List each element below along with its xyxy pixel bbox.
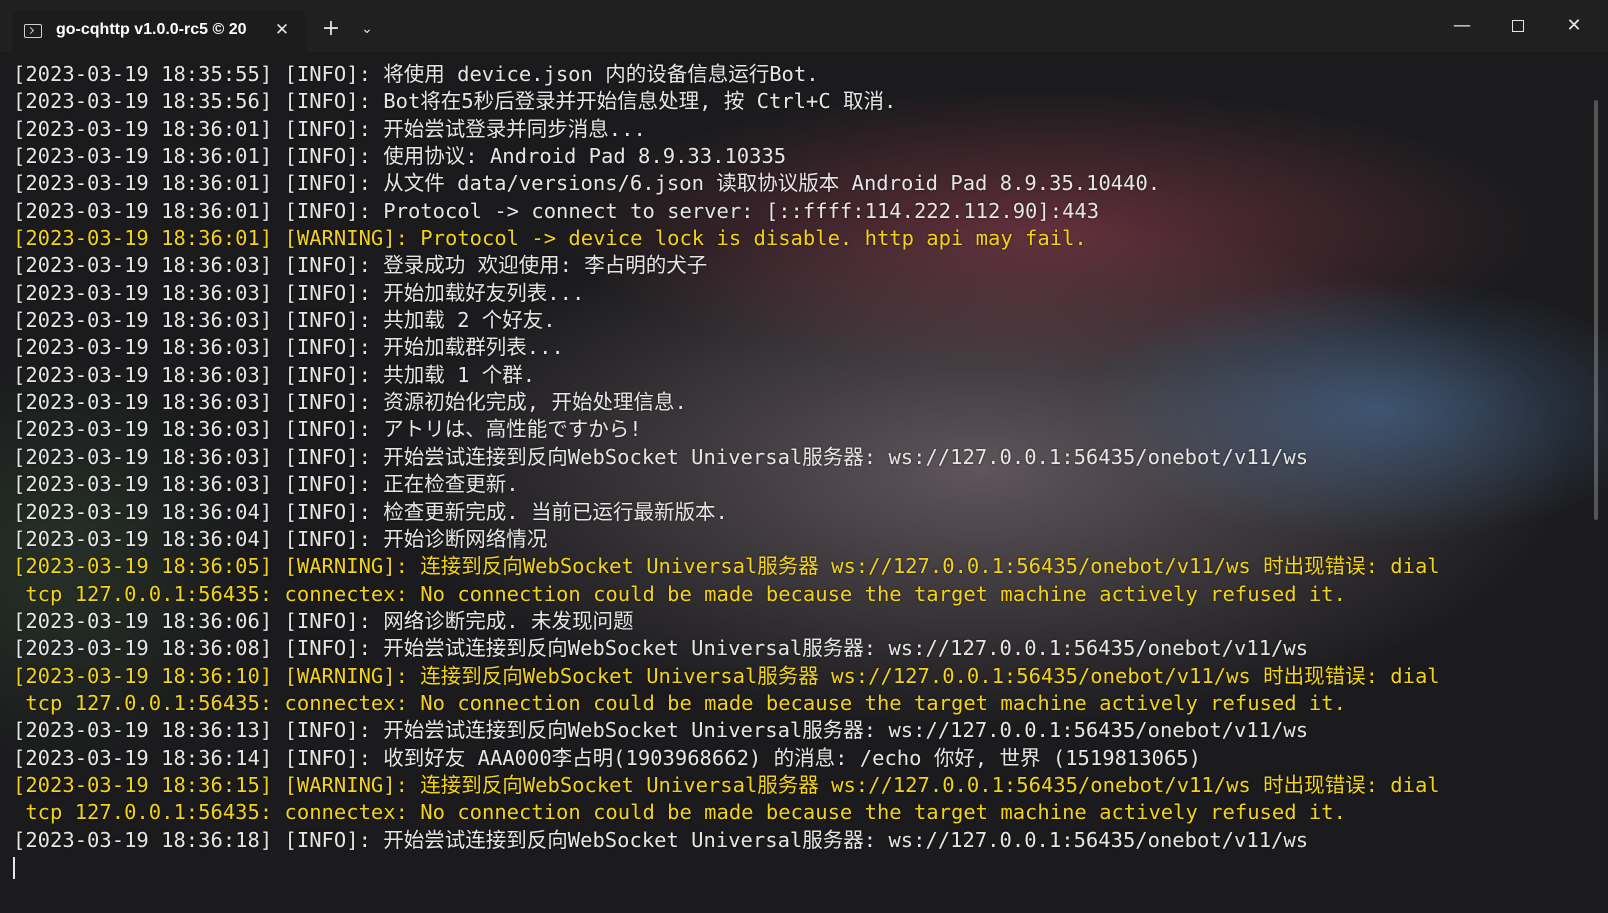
log-line: [2023-03-19 18:36:01] [INFO]: Protocol -… — [13, 198, 1100, 223]
log-line: [2023-03-19 18:36:18] [INFO]: 开始尝试连接到反向W… — [13, 827, 1309, 852]
log-line: [2023-03-19 18:36:03] [INFO]: 共加载 2 个好友. — [13, 308, 556, 333]
minimize-button[interactable]: — — [1434, 0, 1490, 52]
log-line: [2023-03-19 18:35:55] [INFO]: 将使用 device… — [13, 62, 819, 86]
log-line: [2023-03-19 18:36:03] [INFO]: 开始加载好友列表..… — [13, 280, 585, 305]
log-line: [2023-03-19 18:36:01] [WARNING]: Protoco… — [13, 226, 1087, 251]
log-line: [2023-03-19 18:35:56] [INFO]: Bot将在5秒后登录… — [13, 89, 897, 114]
log-line: [2023-03-19 18:36:03] [INFO]: 资源初始化完成, 开… — [13, 390, 687, 415]
log-line: [2023-03-19 18:36:03] [INFO]: 开始加载群列表... — [13, 335, 564, 360]
log-line: [2023-03-19 18:36:01] [INFO]: 使用协议: Andr… — [13, 144, 787, 169]
minimize-icon: — — [1453, 15, 1471, 36]
log-line: [2023-03-19 18:36:01] [INFO]: 开始尝试登录并同步消… — [13, 116, 646, 141]
log-line: tcp 127.0.0.1:56435: connectex: No conne… — [13, 690, 1346, 715]
log-line: [2023-03-19 18:36:03] [INFO]: 正在检查更新. — [13, 472, 519, 497]
log-line: [2023-03-19 18:36:03] [INFO]: 开始尝试连接到反向W… — [13, 444, 1309, 469]
text-cursor — [13, 856, 15, 879]
log-line: [2023-03-19 18:36:05] [WARNING]: 连接到反向We… — [13, 554, 1440, 579]
log-line: [2023-03-19 18:36:08] [INFO]: 开始尝试连接到反向W… — [13, 636, 1309, 661]
tab-title: go-cqhttp v1.0.0-rc5 © 20 — [56, 21, 247, 38]
maximize-icon — [1512, 20, 1524, 32]
prompt-line[interactable] — [13, 854, 1573, 881]
log-line: [2023-03-19 18:36:03] [INFO]: 共加载 1 个群. — [13, 362, 536, 387]
log-line: [2023-03-19 18:36:04] [INFO]: 检查更新完成. 当前… — [13, 499, 728, 524]
log-line: [2023-03-19 18:36:04] [INFO]: 开始诊断网络情况 — [13, 526, 548, 551]
log-line: [2023-03-19 18:36:03] [INFO]: 登录成功 欢迎使用:… — [13, 253, 708, 278]
maximize-button[interactable] — [1490, 0, 1546, 52]
console-output[interactable]: [2023-03-19 18:35:55] [INFO]: 将使用 device… — [13, 61, 1573, 901]
terminal-window: go-cqhttp v1.0.0-rc5 © 20 ✕ + ⌄ — ✕ [202… — [0, 0, 1608, 913]
chevron-down-icon[interactable]: ⌄ — [356, 18, 378, 40]
log-line: [2023-03-19 18:36:06] [INFO]: 网络诊断完成. 未发… — [13, 608, 634, 633]
log-line: [2023-03-19 18:36:03] [INFO]: アトリは、高性能です… — [13, 417, 642, 442]
scrollbar[interactable] — [1594, 100, 1598, 520]
close-button[interactable]: ✕ — [1546, 0, 1602, 52]
terminal-tab[interactable]: go-cqhttp v1.0.0-rc5 © 20 ✕ — [12, 10, 306, 52]
tab-close-icon[interactable]: ✕ — [270, 18, 294, 42]
log-line: [2023-03-19 18:36:10] [WARNING]: 连接到反向We… — [13, 663, 1440, 688]
close-icon: ✕ — [1566, 15, 1582, 36]
log-line: tcp 127.0.0.1:56435: connectex: No conne… — [13, 800, 1346, 825]
log-line: tcp 127.0.0.1:56435: connectex: No conne… — [13, 581, 1346, 606]
log-line: [2023-03-19 18:36:14] [INFO]: 收到好友 AAA00… — [13, 745, 1201, 770]
plus-icon[interactable]: + — [318, 16, 344, 42]
log-line: [2023-03-19 18:36:13] [INFO]: 开始尝试连接到反向W… — [13, 718, 1309, 743]
log-line: [2023-03-19 18:36:01] [INFO]: 从文件 data/v… — [13, 171, 1161, 196]
terminal-icon — [24, 24, 42, 38]
log-line: [2023-03-19 18:36:15] [WARNING]: 连接到反向We… — [13, 772, 1440, 797]
title-bar: go-cqhttp v1.0.0-rc5 © 20 ✕ + ⌄ — ✕ — [0, 0, 1608, 52]
